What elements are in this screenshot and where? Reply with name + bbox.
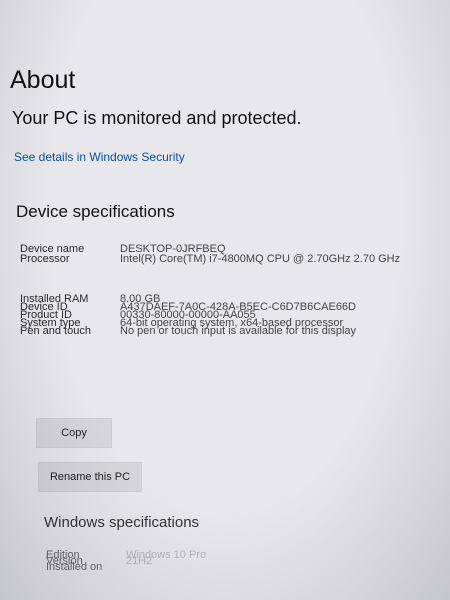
spec-label: Processor	[20, 253, 70, 265]
copy-button[interactable]: Copy	[36, 418, 112, 448]
spec-value: No pen or touch input is available for t…	[120, 325, 357, 337]
spec-label: Pen and touch	[20, 325, 91, 337]
spec-value: Intel(R) Core(TM) i7-4800MQ CPU @ 2.70GH…	[120, 253, 401, 265]
winspec-label: Installed on	[46, 561, 103, 573]
page-title: About	[10, 66, 76, 94]
windows-specs-heading: Windows specifications	[44, 514, 200, 531]
rename-pc-button[interactable]: Rename this PC	[38, 462, 142, 492]
about-page: About Your PC is monitored and protected…	[0, 0, 450, 600]
device-specs-heading: Device specifications	[16, 202, 175, 221]
protection-status: Your PC is monitored and protected.	[12, 108, 302, 128]
windows-security-link[interactable]: See details in Windows Security	[14, 150, 185, 164]
winspec-value: 21H2	[126, 555, 153, 567]
